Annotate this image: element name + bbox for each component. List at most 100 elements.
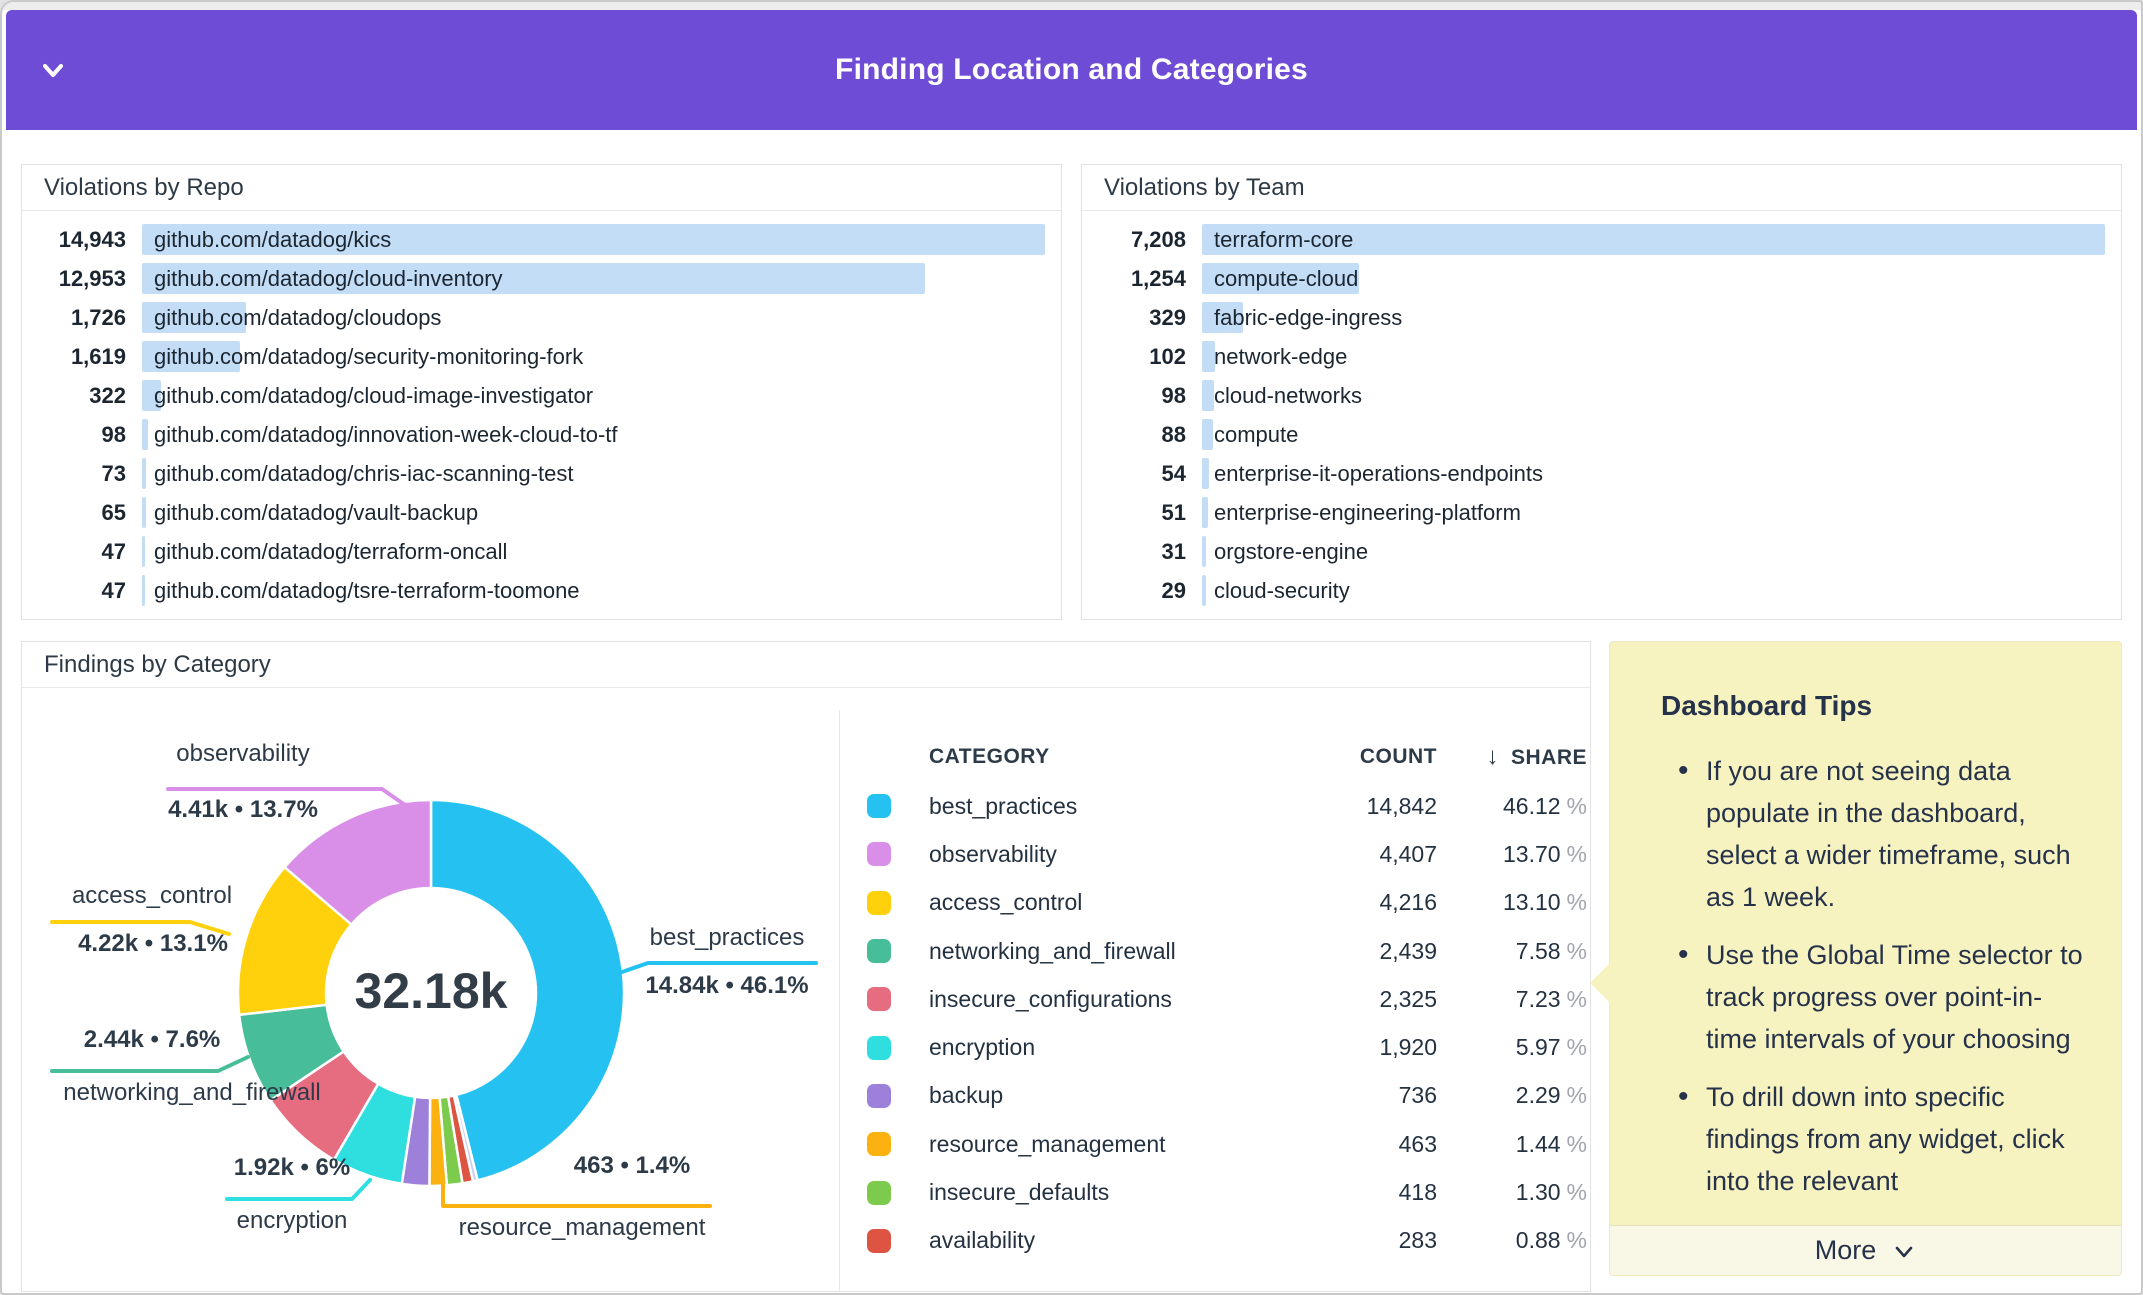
toplist-bar-zone[interactable]: compute — [1202, 419, 2105, 450]
donut-total: 32.18k — [311, 962, 551, 1020]
more-button[interactable]: More — [1610, 1225, 2121, 1275]
toplist-label: orgstore-engine — [1214, 536, 1368, 567]
callout-value-best-practices: 14.84k • 46.1% — [602, 972, 852, 1000]
category-table: CATEGORY COUNT ↓SHARE best_practices14,8… — [867, 732, 1587, 1265]
toplist-row[interactable]: 98 github.com/datadog/innovation-week-clo… — [30, 415, 1049, 454]
toplist-bar-zone[interactable]: github.com/datadog/terraform-oncall — [142, 536, 1045, 567]
toplist-label: github.com/datadog/cloudops — [154, 302, 441, 333]
toplist-bar — [1202, 341, 1215, 372]
category-table-row[interactable]: insecure_configurations2,3257.23% — [867, 975, 1587, 1023]
toplist-bar-zone[interactable]: terraform-core — [1202, 224, 2105, 255]
category-share: 1.30% — [1437, 1179, 1587, 1206]
toplist-label: cloud-security — [1214, 575, 1350, 606]
toplist-row[interactable]: 51 enterprise-engineering-platform — [1090, 493, 2109, 532]
toplist-bar-zone[interactable]: enterprise-engineering-platform — [1202, 497, 2105, 528]
toplist-row[interactable]: 54enterprise-it-operations-endpoints — [1090, 454, 2109, 493]
toplist-label: github.com/datadog/cloud-inventory — [154, 263, 503, 294]
toplist-row[interactable]: 73github.com/datadog/chris-iac-scanning-… — [30, 454, 1049, 493]
toplist-bar-zone[interactable]: github.com/datadog/innovation-week-cloud… — [142, 419, 1045, 450]
category-name: best_practices — [929, 793, 1287, 820]
category-name: encryption — [929, 1034, 1287, 1061]
dashboard-screen: Finding Location and Categories Violatio… — [0, 0, 2143, 1295]
toplist-row[interactable]: 14,943github.com/datadog/kics — [30, 220, 1049, 259]
category-count: 736 — [1287, 1082, 1437, 1109]
toplist-bar-zone[interactable]: fabric-edge-ingress — [1202, 302, 2105, 333]
tip-item: If you are not seeing data populate in t… — [1706, 750, 2085, 918]
toplist-row[interactable]: 1,619github.com/datadog/security-monitor… — [30, 337, 1049, 376]
category-table-row[interactable]: backup7362.29% — [867, 1072, 1587, 1120]
header-share[interactable]: ↓SHARE — [1437, 743, 1587, 771]
toplist-row[interactable]: 1,254 compute-cloud — [1090, 259, 2109, 298]
toplist-label: github.com/datadog/innovation-week-cloud… — [154, 419, 618, 450]
toplist-value: 31 — [1090, 539, 1186, 565]
category-count: 4,407 — [1287, 841, 1437, 868]
toplist-value: 322 — [30, 383, 126, 409]
toplist-bar-zone[interactable]: github.com/datadog/security-monitoring-f… — [142, 341, 1045, 372]
callout-value-encryption: 1.92k • 6% — [182, 1154, 402, 1182]
toplist-bar-zone[interactable]: github.com/datadog/tsre-terraform-toomon… — [142, 575, 1045, 606]
category-color-swatch — [867, 939, 891, 963]
toplist-bar-zone[interactable]: github.com/datadog/cloud-inventory — [142, 263, 1045, 294]
toplist-row[interactable]: 12,953github.com/datadog/cloud-inventory — [30, 259, 1049, 298]
toplist-bar — [1202, 419, 1213, 450]
toplist-repo: 14,943github.com/datadog/kics12,953githu… — [22, 211, 1061, 610]
toplist-bar-zone[interactable]: github.com/datadog/vault-backup — [142, 497, 1045, 528]
category-color-swatch — [867, 794, 891, 818]
toplist-label: github.com/datadog/kics — [154, 224, 391, 255]
category-table-row[interactable]: networking_and_firewall2,4397.58% — [867, 927, 1587, 975]
toplist-value: 51 — [1090, 500, 1186, 526]
category-color-swatch — [867, 1036, 891, 1060]
sort-arrow-down-icon: ↓ — [1486, 743, 1499, 770]
toplist-bar — [1202, 536, 1206, 567]
toplist-bar-zone[interactable]: orgstore-engine — [1202, 536, 2105, 567]
category-color-swatch — [867, 891, 891, 915]
toplist-bar-zone[interactable]: github.com/datadog/cloudops — [142, 302, 1045, 333]
toplist-row[interactable]: 65github.com/datadog/vault-backup — [30, 493, 1049, 532]
toplist-row[interactable]: 31 orgstore-engine — [1090, 532, 2109, 571]
category-share: 46.12% — [1437, 793, 1587, 820]
toplist-row[interactable]: 47github.com/datadog/terraform-oncall — [30, 532, 1049, 571]
category-name: resource_management — [929, 1131, 1287, 1158]
category-table-row[interactable]: access_control4,21613.10% — [867, 879, 1587, 927]
toplist-row[interactable]: 29cloud-security — [1090, 571, 2109, 610]
toplist-bar-zone[interactable]: github.com/datadog/kics — [142, 224, 1045, 255]
toplist-row[interactable]: 98cloud-networks — [1090, 376, 2109, 415]
tip-item: Use the Global Time selector to track pr… — [1706, 934, 2085, 1060]
header-count[interactable]: COUNT — [1287, 745, 1437, 769]
toplist-bar — [1202, 458, 1209, 489]
toplist-bar-zone[interactable]: compute-cloud — [1202, 263, 2105, 294]
category-table-row[interactable]: availability2830.88% — [867, 1217, 1587, 1265]
callout-name-observability: observability — [118, 740, 368, 768]
toplist-row[interactable]: 329 fabric-edge-ingress — [1090, 298, 2109, 337]
toplist-bar-zone[interactable]: github.com/datadog/cloud-image-investiga… — [142, 380, 1045, 411]
toplist-row[interactable]: 102 network-edge — [1090, 337, 2109, 376]
category-table-row[interactable]: observability4,40713.70% — [867, 830, 1587, 878]
category-table-row[interactable]: encryption1,9205.97% — [867, 1023, 1587, 1071]
category-table-row[interactable]: resource_management4631.44% — [867, 1120, 1587, 1168]
toplist-value: 1,254 — [1090, 266, 1186, 292]
toplist-value: 102 — [1090, 344, 1186, 370]
toplist-bar — [1202, 575, 1206, 606]
category-name: insecure_defaults — [929, 1179, 1287, 1206]
category-name: availability — [929, 1227, 1287, 1254]
toplist-value: 329 — [1090, 305, 1186, 331]
toplist-bar-zone[interactable]: cloud-networks — [1202, 380, 2105, 411]
toplist-row[interactable]: 1,726github.com/datadog/cloudops — [30, 298, 1049, 337]
toplist-bar-zone[interactable]: github.com/datadog/chris-iac-scanning-te… — [142, 458, 1045, 489]
category-count: 14,842 — [1287, 793, 1437, 820]
toplist-bar-zone[interactable]: network-edge — [1202, 341, 2105, 372]
header-category[interactable]: CATEGORY — [929, 745, 1287, 769]
toplist-value: 98 — [30, 422, 126, 448]
toplist-bar-zone[interactable]: enterprise-it-operations-endpoints — [1202, 458, 2105, 489]
toplist-row[interactable]: 88compute — [1090, 415, 2109, 454]
category-table-row[interactable]: insecure_defaults4181.30% — [867, 1168, 1587, 1216]
toplist-row[interactable]: 47github.com/datadog/tsre-terraform-toom… — [30, 571, 1049, 610]
tip-item: To drill down into specific findings fro… — [1706, 1076, 2085, 1202]
category-name: observability — [929, 841, 1287, 868]
toplist-row[interactable]: 7,208terraform-core — [1090, 220, 2109, 259]
widget-title: Violations by Repo — [22, 165, 1061, 211]
toplist-bar-zone[interactable]: cloud-security — [1202, 575, 2105, 606]
category-table-row[interactable]: best_practices14,84246.12% — [867, 782, 1587, 830]
toplist-row[interactable]: 322 github.com/datadog/cloud-image-invest… — [30, 376, 1049, 415]
toplist-team: 7,208terraform-core 1,254 compute-cloud 329… — [1082, 211, 2121, 610]
